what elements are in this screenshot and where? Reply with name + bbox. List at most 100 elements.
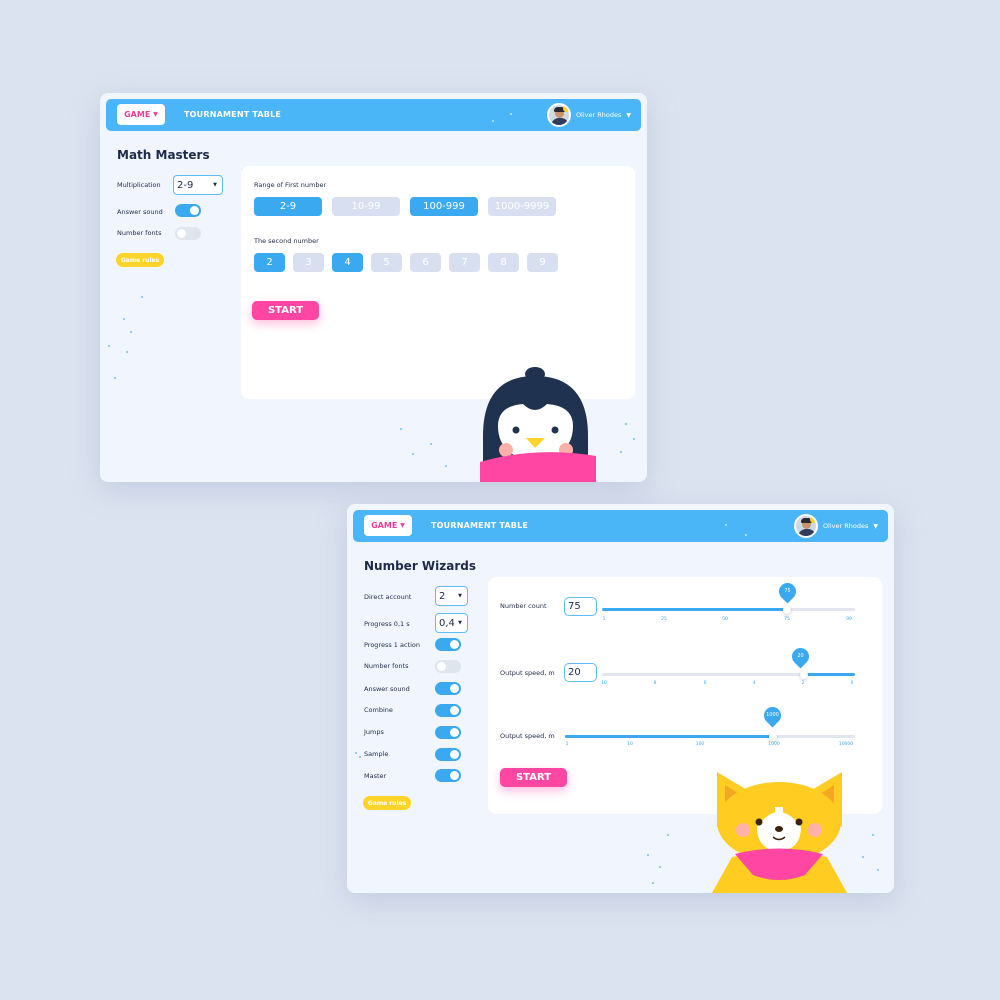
notification-badge-icon — [562, 105, 569, 112]
direct-account-value: 2 — [439, 590, 446, 602]
top-nav-bar: GAME ▼ TOURNAMENT TABLE Oliver Rhodes ▼ — [353, 510, 888, 542]
avatar — [793, 514, 818, 538]
toggle-label: Number fonts — [364, 662, 409, 670]
user-menu[interactable]: Oliver Rhodes ▼ — [793, 514, 878, 538]
user-name: Oliver Rhodes — [575, 111, 622, 119]
toggle-label: Progress 1 action — [364, 641, 421, 649]
progress-label: Progress 0,1 s — [364, 620, 410, 628]
direct-account-select[interactable]: 2 ▼ — [435, 586, 468, 606]
toggle-label: Answer sound — [364, 685, 410, 693]
jumps-toggle[interactable] — [435, 726, 461, 739]
range-chip[interactable]: 10-99 — [332, 197, 400, 216]
start-button[interactable]: START — [252, 301, 319, 320]
tick-label: 99 — [846, 617, 852, 622]
second-number-chip[interactable]: 6 — [410, 253, 441, 272]
chevron-down-icon: ▼ — [213, 182, 217, 188]
toggle-label: Master — [364, 772, 387, 780]
tick-label: 1 — [565, 742, 569, 747]
game-menu-button[interactable]: GAME ▼ — [364, 515, 412, 536]
number-wizards-window: GAME ▼ TOURNAMENT TABLE Oliver Rhodes ▼ … — [347, 504, 894, 893]
tick-label: 6 — [703, 681, 707, 686]
progress-value: 0,4 — [439, 617, 455, 629]
answer-sound-toggle[interactable] — [435, 682, 461, 695]
page-title: Number Wizards — [364, 559, 476, 573]
output-speed-label: Output speed, m — [500, 732, 555, 740]
output-speed-label: Output speed, m — [500, 669, 555, 677]
range-chip[interactable]: 100-999 — [410, 197, 478, 216]
slider-pin-value: 20 — [797, 653, 804, 659]
number-count-input[interactable]: 75 — [564, 597, 597, 616]
game-rules-button[interactable]: Game rules — [363, 796, 411, 810]
slider-handle[interactable] — [800, 671, 808, 679]
page-title: Math Masters — [117, 148, 210, 162]
chevron-down-icon: ▼ — [153, 111, 158, 118]
avatar — [546, 103, 571, 127]
multiplication-select[interactable]: 2-9 ▼ — [173, 175, 223, 195]
settings-panel: Range of First number 2-9 10-99 100-999 … — [241, 166, 635, 399]
slider-handle[interactable] — [769, 733, 777, 741]
sample-toggle[interactable] — [435, 748, 461, 761]
math-masters-window: GAME ▼ TOURNAMENT TABLE Oliver Rhodes ▼ … — [100, 93, 647, 482]
multiplication-value: 2-9 — [177, 179, 194, 191]
tick-label: 4 — [752, 681, 756, 686]
combine-toggle[interactable] — [435, 704, 461, 717]
range-chip[interactable]: 2-9 — [254, 197, 322, 216]
second-number-chip[interactable]: 7 — [449, 253, 480, 272]
second-number-chip[interactable]: 9 — [527, 253, 558, 272]
penguin-mascot-illustration — [480, 367, 596, 482]
toggle-label: Jumps — [364, 728, 384, 736]
second-number-chip[interactable]: 8 — [488, 253, 519, 272]
tick-label: 10 — [627, 742, 633, 747]
direct-account-label: Direct account — [364, 593, 412, 601]
slider-pin-value: 1000 — [766, 712, 779, 718]
slider-fill — [565, 735, 773, 738]
tick-label: 10000 — [838, 742, 854, 747]
second-number-chip[interactable]: 5 — [371, 253, 402, 272]
toggle-label: Sample — [364, 750, 389, 758]
chevron-down-icon: ▼ — [873, 522, 878, 530]
second-number-chip[interactable]: 3 — [293, 253, 324, 272]
tick-label: 2 — [801, 681, 805, 686]
tick-label: 10 — [601, 681, 607, 686]
tick-label: 25 — [661, 617, 667, 622]
tick-label: 100 — [695, 742, 705, 747]
game-menu-label: GAME — [124, 110, 151, 119]
start-button[interactable]: START — [500, 768, 567, 787]
tick-label: 50 — [722, 617, 728, 622]
slider-fill — [602, 608, 787, 611]
output-speed-input[interactable]: 20 — [564, 663, 597, 682]
chevron-down-icon: ▼ — [458, 620, 462, 626]
range-chip[interactable]: 1000-9999 — [488, 197, 556, 216]
game-rules-button[interactable]: Game rules — [116, 253, 164, 267]
chevron-down-icon: ▼ — [400, 522, 405, 529]
tick-label: 0 — [850, 681, 854, 686]
user-menu[interactable]: Oliver Rhodes ▼ — [546, 103, 631, 127]
chevron-down-icon: ▼ — [626, 111, 631, 119]
master-toggle[interactable] — [435, 769, 461, 782]
tick-label: 1 — [602, 617, 606, 622]
user-name: Oliver Rhodes — [822, 522, 869, 530]
game-menu-button[interactable]: GAME ▼ — [117, 104, 165, 125]
slider-fill — [804, 673, 855, 676]
tick-label: 8 — [653, 681, 657, 686]
second-number-chip[interactable]: 4 — [332, 253, 363, 272]
tournament-table-link[interactable]: TOURNAMENT TABLE — [431, 521, 528, 530]
slider-handle[interactable] — [783, 606, 791, 614]
toggle-label: Combine — [364, 706, 393, 714]
number-fonts-toggle[interactable] — [435, 660, 461, 673]
fox-mascot-illustration — [712, 772, 847, 893]
progress-1-action-toggle[interactable] — [435, 638, 461, 651]
answer-sound-toggle[interactable] — [175, 204, 201, 217]
second-number-label: The second number — [254, 237, 319, 245]
progress-select[interactable]: 0,4 ▼ — [435, 613, 468, 633]
game-menu-label: GAME — [371, 521, 398, 530]
answer-sound-label: Answer sound — [117, 208, 163, 216]
number-fonts-toggle[interactable] — [175, 227, 201, 240]
range-label: Range of First number — [254, 181, 327, 189]
chevron-down-icon: ▼ — [458, 593, 462, 599]
second-number-chip[interactable]: 2 — [254, 253, 285, 272]
tournament-table-link[interactable]: TOURNAMENT TABLE — [184, 110, 281, 119]
tick-label: 75 — [784, 617, 790, 622]
slider-pin-value: 75 — [784, 588, 791, 594]
number-count-label: Number count — [500, 602, 547, 610]
